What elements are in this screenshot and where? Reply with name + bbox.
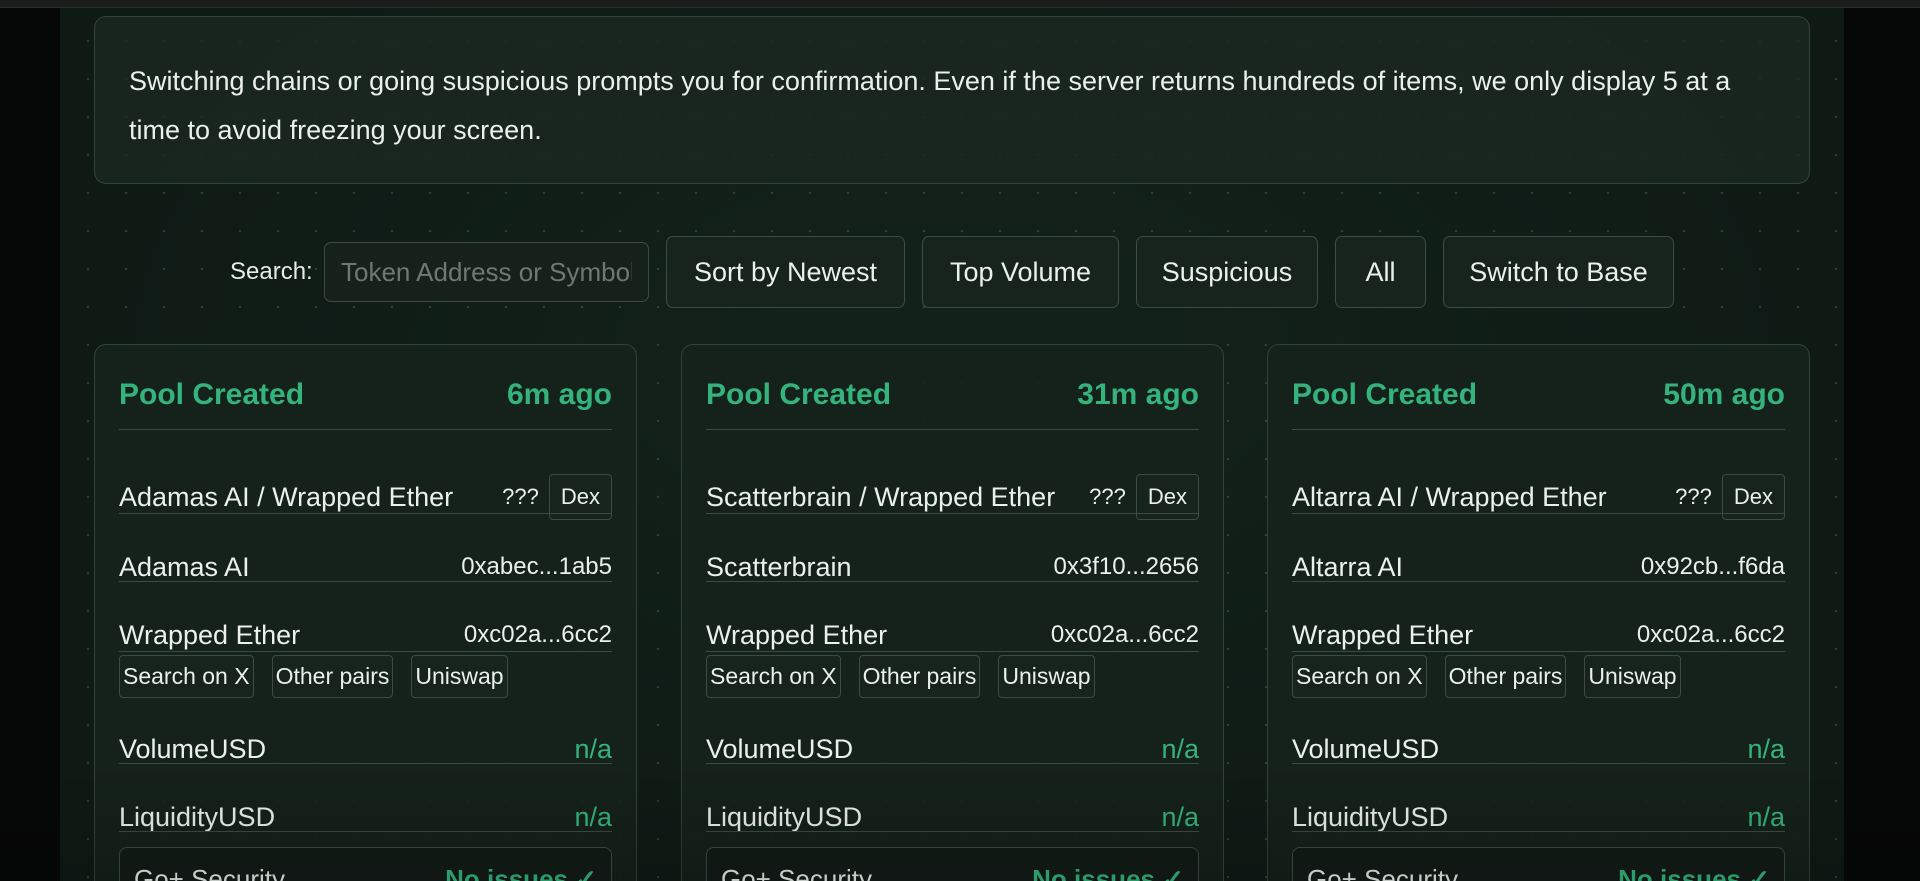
divider [706,831,1199,832]
token0-address[interactable]: 0x92cb...f6da [1641,553,1785,581]
security-status: No issues ✓ [1618,864,1770,881]
browser-top-edge [0,0,1920,8]
divider [706,763,1199,764]
liquidity-label: LiquidityUSD [119,801,276,832]
volume-value: n/a [1747,733,1785,764]
other-pairs-button[interactable]: Other pairs [271,655,394,698]
token1-address[interactable]: 0xc02a...6cc2 [1051,621,1199,649]
divider [706,513,1199,514]
pool-card: Pool Created 31m ago Scatterbrain / Wrap… [681,344,1224,881]
switch-to-base-button[interactable]: Switch to Base [1443,236,1674,308]
security-box: Go+ Security No issues ✓ [706,847,1199,881]
card-links: Search on X Other pairs Uniswap [119,655,508,698]
token1-row: Wrapped Ether 0xc02a...6cc2 [119,615,612,655]
uniswap-button[interactable]: Uniswap [1584,655,1681,698]
other-pairs-button[interactable]: Other pairs [1444,655,1567,698]
divider [706,429,1199,430]
volume-label: VolumeUSD [119,733,267,764]
token1-row: Wrapped Ether 0xc02a...6cc2 [1292,615,1785,655]
divider [706,651,1199,652]
pair-name: Adamas AI / Wrapped Ether [119,481,454,512]
token0-name: Adamas AI [119,551,250,582]
unknown-dex-mark: ??? [502,484,539,509]
divider [1292,429,1785,430]
token1-name: Wrapped Ether [119,619,301,650]
card-links: Search on X Other pairs Uniswap [1292,655,1681,698]
card-title: Pool Created [706,378,892,411]
divider [1292,651,1785,652]
pair-name: Altarra AI / Wrapped Ether [1292,481,1607,512]
pool-card: Pool Created 6m ago Adamas AI / Wrapped … [94,344,637,881]
uniswap-button[interactable]: Uniswap [411,655,508,698]
card-title: Pool Created [119,378,305,411]
token1-address[interactable]: 0xc02a...6cc2 [1637,621,1785,649]
security-status: No issues ✓ [1032,864,1184,881]
security-label: Go+ Security [134,864,286,881]
pair-row: Scatterbrain / Wrapped Ether ??? Dex [706,474,1199,520]
search-on-x-button[interactable]: Search on X [119,655,254,698]
token0-address[interactable]: 0x3f10...2656 [1054,553,1199,581]
token1-name: Wrapped Ether [1292,619,1474,650]
other-pairs-button[interactable]: Other pairs [858,655,981,698]
liquidity-value: n/a [1161,801,1199,832]
suspicious-button[interactable]: Suspicious [1136,236,1318,308]
token0-name: Altarra AI [1292,551,1404,582]
divider [1292,581,1785,582]
liquidity-value: n/a [574,801,612,832]
search-label: Search: [230,258,313,285]
all-button[interactable]: All [1335,236,1426,308]
divider [1292,831,1785,832]
security-box: Go+ Security No issues ✓ [119,847,612,881]
volume-value: n/a [1161,733,1199,764]
divider [119,429,612,430]
volume-value: n/a [574,733,612,764]
token1-row: Wrapped Ether 0xc02a...6cc2 [706,615,1199,655]
card-header: Pool Created 31m ago [706,375,1199,415]
liquidity-label: LiquidityUSD [706,801,863,832]
info-notice: Switching chains or going suspicious pro… [94,16,1810,184]
volume-label: VolumeUSD [1292,733,1440,764]
token0-address[interactable]: 0xabec...1ab5 [461,553,612,581]
card-title: Pool Created [1292,378,1478,411]
security-label: Go+ Security [721,864,873,881]
pair-row: Adamas AI / Wrapped Ether ??? Dex [119,474,612,520]
security-label: Go+ Security [1307,864,1459,881]
divider [1292,763,1785,764]
search-input[interactable] [324,242,649,302]
divider [119,651,612,652]
divider [119,763,612,764]
unknown-dex-mark: ??? [1675,484,1712,509]
pool-card: Pool Created 50m ago Altarra AI / Wrappe… [1267,344,1810,881]
info-text: Switching chains or going suspicious pro… [129,66,1731,145]
divider [706,581,1199,582]
token0-name: Scatterbrain [706,551,852,582]
token1-name: Wrapped Ether [706,619,888,650]
divider [119,581,612,582]
card-age: 50m ago [1663,378,1785,411]
liquidity-label: LiquidityUSD [1292,801,1449,832]
card-age: 31m ago [1077,378,1199,411]
token1-address[interactable]: 0xc02a...6cc2 [464,621,612,649]
liquidity-value: n/a [1747,801,1785,832]
card-header: Pool Created 50m ago [1292,375,1785,415]
divider [1292,513,1785,514]
top-volume-button[interactable]: Top Volume [922,236,1119,308]
uniswap-button[interactable]: Uniswap [998,655,1095,698]
unknown-dex-mark: ??? [1089,484,1126,509]
pair-row: Altarra AI / Wrapped Ether ??? Dex [1292,474,1785,520]
search-toolbar: Search: Sort by Newest Top Volume Suspic… [0,236,1920,308]
search-on-x-button[interactable]: Search on X [706,655,841,698]
pair-name: Scatterbrain / Wrapped Ether [706,481,1056,512]
divider [119,831,612,832]
security-box: Go+ Security No issues ✓ [1292,847,1785,881]
divider [119,513,612,514]
card-header: Pool Created 6m ago [119,375,612,415]
card-age: 6m ago [506,378,612,411]
sort-newest-button[interactable]: Sort by Newest [666,236,905,308]
card-links: Search on X Other pairs Uniswap [706,655,1095,698]
security-status: No issues ✓ [445,864,597,881]
volume-label: VolumeUSD [706,733,854,764]
search-on-x-button[interactable]: Search on X [1292,655,1427,698]
